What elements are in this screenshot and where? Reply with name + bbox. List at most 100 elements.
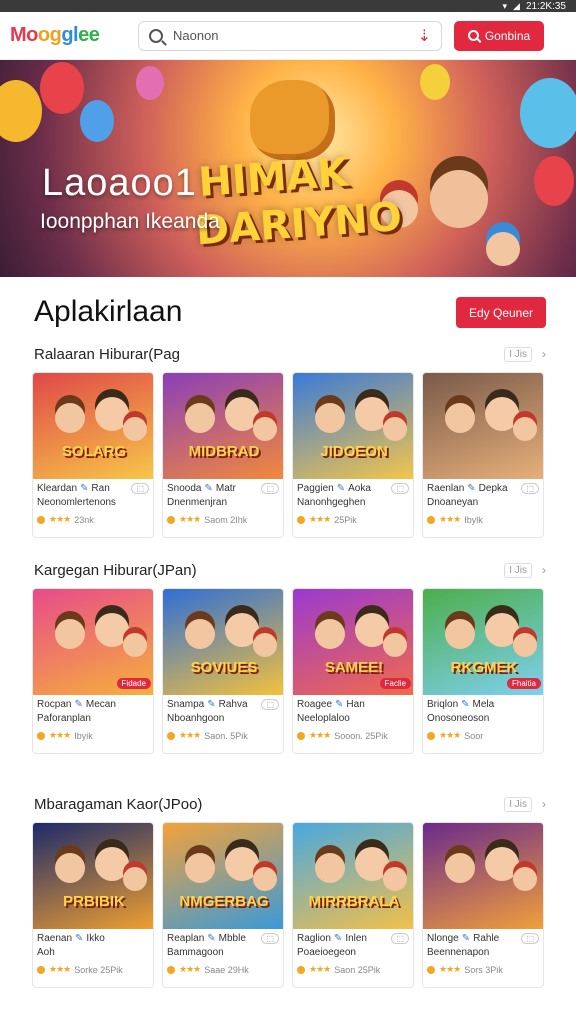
app-card[interactable]: PRBIBIK Raenan ✎ Ikko Aoh ★★★ Sorke 25Pi… xyxy=(32,822,154,988)
app-name: Raglion xyxy=(297,933,331,944)
app-rating-row: ★★★ Ibyik xyxy=(37,730,149,741)
app-card[interactable]: RKGMEK Fhaitia Briqlon ✎ Mela Onosoneoso… xyxy=(422,588,544,754)
app-thumbnail[interactable] xyxy=(423,373,543,479)
app-name-tail: Mecan xyxy=(85,699,116,710)
section-more-button[interactable]: I Jis xyxy=(504,796,532,812)
top-bar: Moogglee Naonon ⇣ Gonbina xyxy=(0,12,576,60)
pen-icon: ✎ xyxy=(461,699,470,710)
options-pill[interactable]: ⬚ xyxy=(261,699,279,710)
hero-banner[interactable]: HIMAK DARIYNO Laoaoo1 Ioonpphan Ikeanda xyxy=(0,60,576,277)
app-thumbnail[interactable]: JIDOEON xyxy=(293,373,413,479)
options-pill[interactable]: ⬚ xyxy=(261,483,279,494)
app-thumbnail[interactable]: MIRRBRALA xyxy=(293,823,413,929)
app-name: Kleardan xyxy=(37,483,78,494)
hero-subtitle: Ioonpphan Ikeanda xyxy=(40,210,220,233)
chevron-right-icon[interactable]: › xyxy=(542,347,546,361)
character-face xyxy=(55,619,85,649)
app-rating: Saom 2Ihk xyxy=(204,514,248,525)
thumbnail-art-title: MIRRBRALA xyxy=(308,893,400,910)
app-rating: Saae 29Hk xyxy=(204,964,249,975)
app-card[interactable]: SAMEE! Faclie Roagee ✎ Han Neeloplaloo ★… xyxy=(292,588,414,754)
character-face xyxy=(315,853,345,883)
star-rating-icon: ★★★ xyxy=(439,964,461,974)
app-thumbnail[interactable] xyxy=(423,823,543,929)
app-thumbnail[interactable]: Fidade xyxy=(33,589,153,695)
chevron-right-icon[interactable]: › xyxy=(542,563,546,577)
app-thumbnail[interactable]: RKGMEK Fhaitia xyxy=(423,589,543,695)
app-card[interactable]: SOVIUES Snampa ✎ Rahva ⬚ Nboanhgoon ★★★ … xyxy=(162,588,284,754)
app-rating: Sooon. 25Pik xyxy=(334,730,388,741)
app-subtitle: Dnenmenjran xyxy=(167,497,228,508)
hero-title: Laoaoo1 xyxy=(42,162,197,204)
badge-icon xyxy=(427,965,435,974)
app-title-row: Raenlan ✎ Depka ⬚ xyxy=(427,483,539,494)
search-icon xyxy=(467,30,479,41)
character-face xyxy=(445,619,475,649)
options-pill[interactable]: ⬚ xyxy=(261,933,279,944)
app-name-tail: Depka xyxy=(478,483,508,494)
app-thumbnail[interactable]: SAMEE! Faclie xyxy=(293,589,413,695)
app-thumbnail[interactable]: SOLARG xyxy=(33,373,153,479)
app-card[interactable]: Raenlan ✎ Depka ⬚ Dnoaneyan ★★★ Ibylk xyxy=(422,372,544,538)
chevron-right-icon[interactable]: › xyxy=(542,797,546,811)
app-thumbnail[interactable]: PRBIBIK xyxy=(33,823,153,929)
character-face xyxy=(383,417,407,441)
thumbnail-tag: Fhaitia xyxy=(506,678,541,689)
badge-icon xyxy=(297,731,305,740)
app-name-tail: Mela xyxy=(472,699,495,710)
app-card[interactable]: MIRRBRALA Raglion ✎ Inlen ⬚ Poaeioegeon … xyxy=(292,822,414,988)
heading-button[interactable]: Edy Qeuner xyxy=(456,297,546,328)
app-subtitle: Aoh xyxy=(37,947,55,958)
search-input[interactable]: Naonon ⇣ xyxy=(138,20,442,51)
app-card[interactable]: JIDOEON Paggien ✎ Aoka ⬚ Nanonhgeghen ★★… xyxy=(292,372,414,538)
app-name: Snooda xyxy=(167,483,202,494)
app-card[interactable]: SOLARG Kleardan ✎ Ran ⬚ Neonomlertenons … xyxy=(32,372,154,538)
app-title-row: Paggien ✎ Aoka ⬚ xyxy=(297,483,409,494)
character-face xyxy=(383,633,407,657)
app-thumbnail[interactable]: NMGERBAG xyxy=(163,823,283,929)
app-card[interactable]: NMGERBAG Reaplan ✎ Mbble ⬚ Bammagoon ★★★… xyxy=(162,822,284,988)
options-pill[interactable]: ⬚ xyxy=(521,933,539,944)
app-section: Mbaragaman Kaor(JPoo) I Jis › PRBIBIK Ra… xyxy=(0,794,576,994)
logo-part: og xyxy=(37,24,62,46)
thumbnail-art-title: NMGERBAG xyxy=(179,893,269,910)
character-face xyxy=(430,170,488,228)
section-more-button[interactable]: I Jis xyxy=(504,346,532,362)
card-row: Fidade Rocpan ✎ Mecan Paforanplan ★★★ Ib… xyxy=(32,588,544,754)
app-card[interactable]: MIDBRAD Snooda ✎ Matr ⬚ Dnenmenjran ★★★ … xyxy=(162,372,284,538)
app-name-tail: Ikko xyxy=(86,933,105,944)
section-more-button[interactable]: I Jis xyxy=(504,562,532,578)
badge-icon xyxy=(167,731,175,740)
balloon-decoration xyxy=(136,66,164,100)
app-thumbnail[interactable]: SOVIUES xyxy=(163,589,283,695)
app-thumbnail[interactable]: MIDBRAD xyxy=(163,373,283,479)
options-pill[interactable]: ⬚ xyxy=(131,483,149,494)
app-rating-row: ★★★ 25Pik xyxy=(297,514,409,525)
app-name: Briqlon xyxy=(427,699,459,710)
star-rating-icon: ★★★ xyxy=(309,730,331,740)
star-rating-icon: ★★★ xyxy=(179,964,201,974)
app-name-tail: Rahva xyxy=(218,699,248,710)
app-card[interactable]: Nlonge ✎ Rahle ⬚ Beennenapon ★★★ Sors 3P… xyxy=(422,822,544,988)
app-title-row: Snooda ✎ Matr ⬚ xyxy=(167,483,279,494)
app-subtitle: Paforanplan xyxy=(37,713,91,724)
app-rating: 25Pik xyxy=(334,514,357,525)
balloon-decoration xyxy=(520,78,576,148)
logo[interactable]: Moogglee xyxy=(10,24,128,47)
pen-icon: ✎ xyxy=(207,933,216,944)
download-icon[interactable]: ⇣ xyxy=(418,26,431,46)
options-pill[interactable]: ⬚ xyxy=(521,483,539,494)
options-pill[interactable]: ⬚ xyxy=(391,483,409,494)
app-rating-row: ★★★ Soor xyxy=(427,730,539,741)
app-meta: Paggien ✎ Aoka ⬚ Nanonhgeghen ★★★ 25Pik xyxy=(293,479,413,525)
character-face xyxy=(253,417,277,441)
search-button[interactable]: Gonbina xyxy=(454,20,544,51)
wifi-icon: ▾ xyxy=(502,0,508,11)
app-subtitle: Neonomlertenons xyxy=(37,497,116,508)
app-title-row: Kleardan ✎ Ran ⬚ xyxy=(37,483,149,494)
balloon-decoration xyxy=(420,64,450,100)
options-pill[interactable]: ⬚ xyxy=(391,933,409,944)
app-card[interactable]: Fidade Rocpan ✎ Mecan Paforanplan ★★★ Ib… xyxy=(32,588,154,754)
thumbnail-art-title: JIDOEON xyxy=(320,443,388,460)
pen-icon: ✎ xyxy=(75,933,84,944)
